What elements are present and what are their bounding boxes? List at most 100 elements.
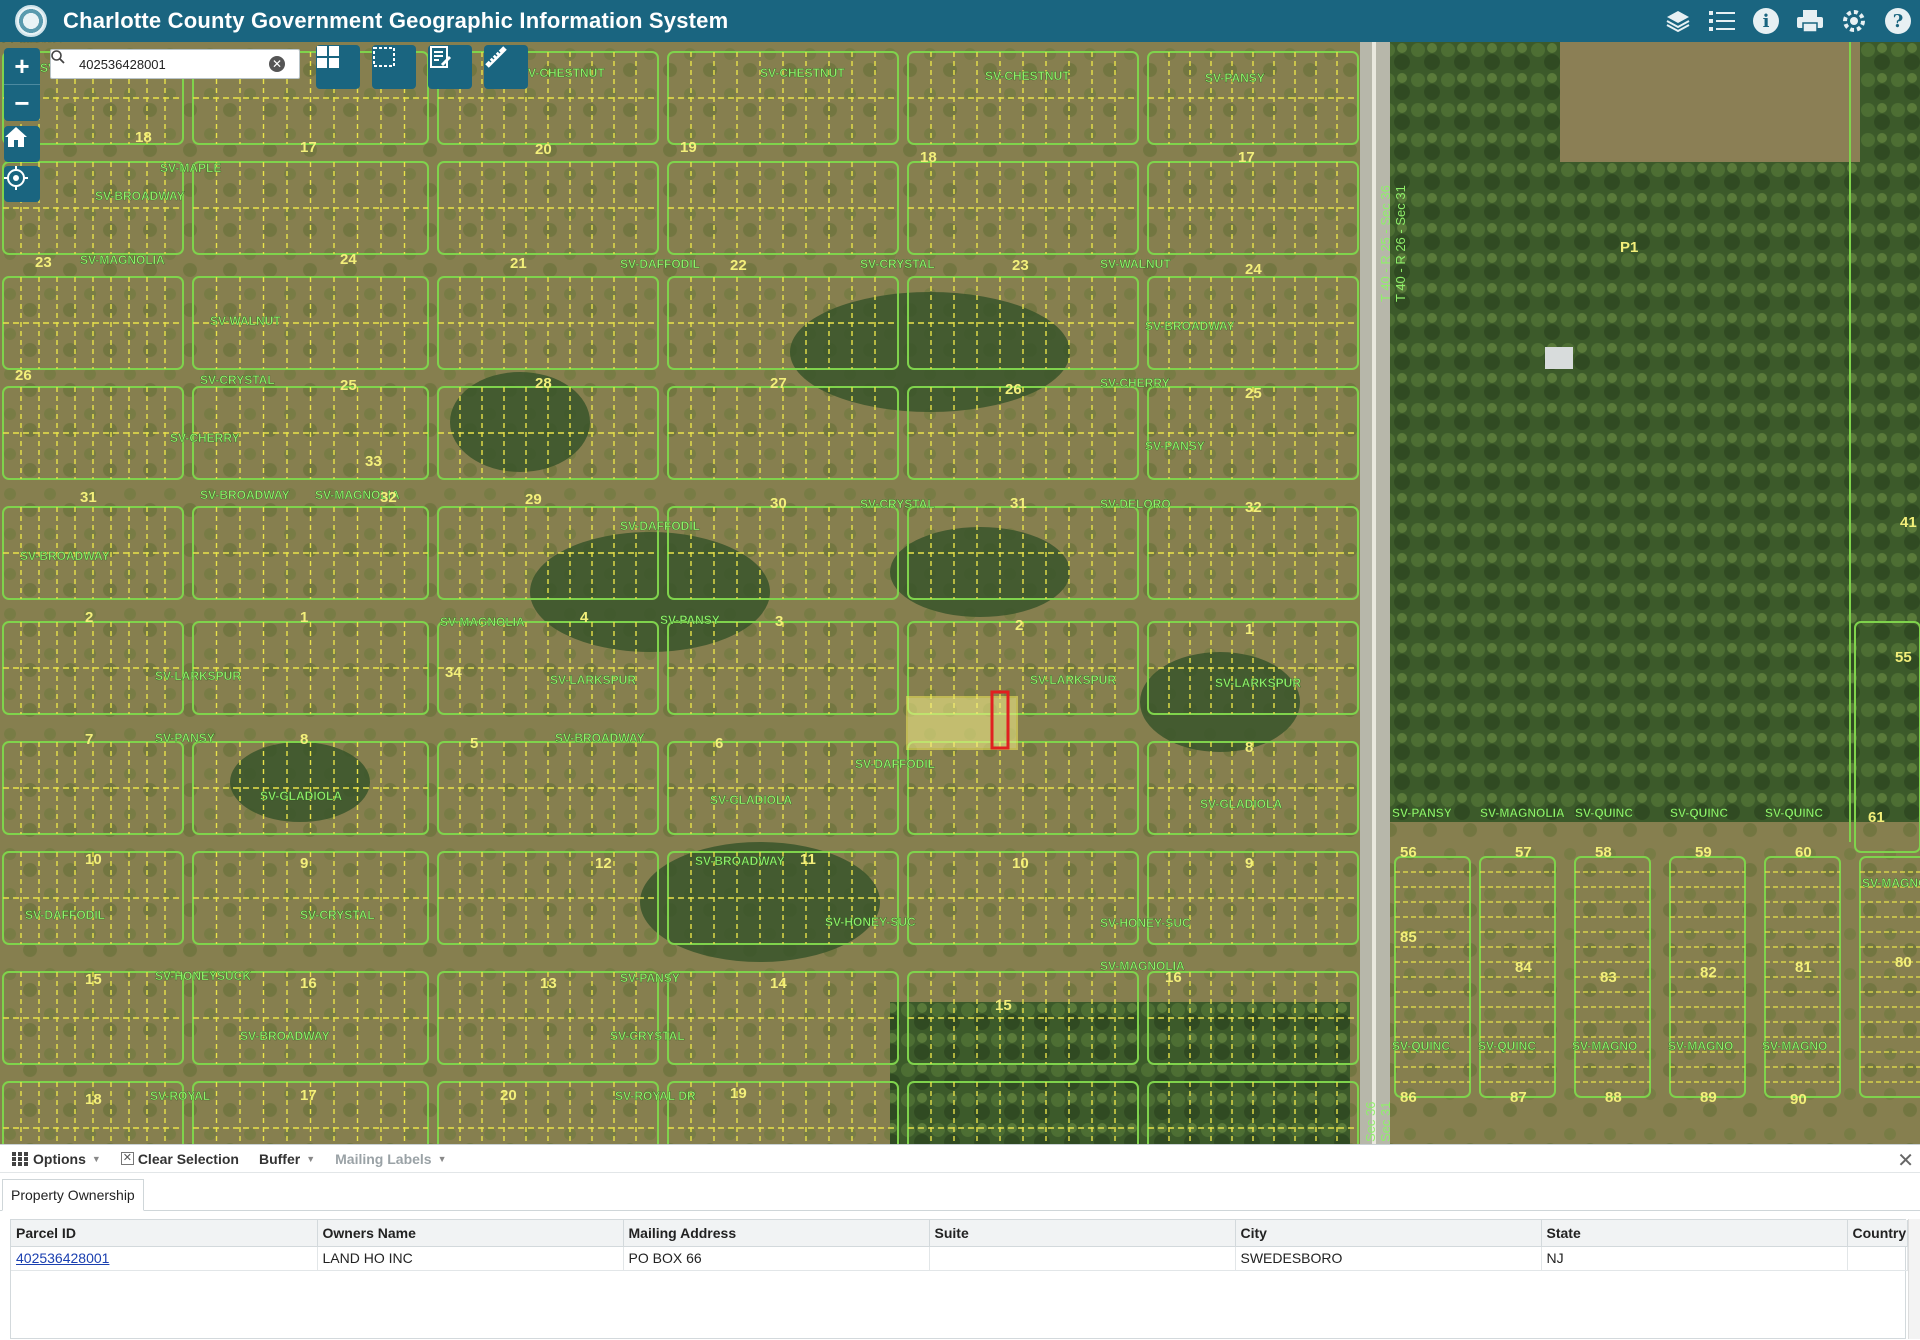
buffer-menu[interactable]: Buffer ▼	[259, 1151, 315, 1167]
clear-selection-button[interactable]: ✕ Clear Selection	[120, 1151, 239, 1167]
street-label: SV-LARKSPUR	[155, 669, 241, 683]
block-number-label: 19	[680, 139, 697, 156]
block-number-label: 2	[1015, 617, 1023, 634]
header-toolbar: i ?	[1656, 0, 1920, 42]
options-menu[interactable]: Options ▼	[12, 1151, 101, 1167]
street-label: SV-LARKSPUR	[1215, 676, 1301, 690]
street-label: SV-DAFFODIL	[620, 519, 700, 533]
county-seal-logo	[15, 5, 47, 37]
results-toolbar: Options ▼ ✕ Clear Selection Buffer ▼ Maili…	[0, 1145, 1920, 1173]
parcel-search-box: ✕	[50, 49, 300, 79]
block-number-label: 26	[1005, 381, 1022, 398]
legend-list-icon[interactable]	[1700, 0, 1744, 42]
street-label: SV-BROADWAY	[240, 1029, 330, 1043]
street-label: SV-MAPLE	[160, 161, 221, 175]
block-number-label: 2	[85, 609, 93, 626]
app-header: Charlotte County Government Geographic I…	[0, 0, 1920, 42]
ruler-icon	[485, 46, 507, 68]
block-number-label: 25	[1245, 385, 1262, 402]
tab-property-ownership[interactable]: Property Ownership	[2, 1179, 144, 1211]
block-number-label: 31	[80, 489, 97, 506]
block-number-label: 90	[1790, 1091, 1807, 1108]
street-label: SV-PANSY	[1205, 71, 1265, 85]
clear-search-icon[interactable]: ✕	[269, 56, 285, 72]
block-number-label: 57	[1515, 844, 1532, 861]
block-number-label: 22	[730, 257, 747, 274]
block-number-label: 5	[470, 735, 478, 752]
street-label: SV-PANSY	[155, 731, 215, 745]
home-extent-button[interactable]	[4, 126, 40, 162]
parcel-id-link[interactable]: 402536428001	[16, 1250, 109, 1266]
street-label: SV-HONEY-SUC	[1100, 916, 1191, 930]
street-label: SV-MAGNO	[1762, 1039, 1827, 1053]
help-icon[interactable]: ?	[1876, 0, 1920, 42]
address-cell: PO BOX 66	[623, 1246, 930, 1271]
block-number-label: 41	[1900, 514, 1917, 531]
column-header[interactable]: Owners Name	[317, 1220, 624, 1247]
block-number-label: 28	[535, 375, 552, 392]
layers-icon[interactable]	[1656, 0, 1700, 42]
street-label: SV-HONEY-SUC	[825, 915, 916, 929]
state-cell: NJ	[1541, 1246, 1848, 1271]
street-label: SV-GLADIOLA	[710, 793, 792, 807]
column-header[interactable]: Country	[1847, 1220, 1908, 1247]
street-label: SV-PANSY	[660, 613, 720, 627]
measure-button[interactable]	[484, 45, 528, 89]
column-header[interactable]: State	[1541, 1220, 1848, 1247]
tools-gear-icon[interactable]	[1832, 0, 1876, 42]
column-header[interactable]: Parcel ID	[11, 1220, 318, 1247]
basemap-gallery-button[interactable]	[316, 45, 360, 89]
table-scrollbar[interactable]	[1908, 1219, 1920, 1339]
map-view[interactable]: SV-CHESTNUTSV-CHESTNUTSV-CHESTNUTSV-CHES…	[0, 42, 1920, 1144]
results-panel: Options ▼ ✕ Clear Selection Buffer ▼ Maili…	[0, 1144, 1920, 1340]
block-number-label: 13	[540, 975, 557, 992]
street-label: SV-QUINC	[1575, 806, 1633, 820]
street-label: SV-BROADWAY	[95, 189, 185, 203]
block-number-label: 6	[715, 735, 723, 752]
block-number-label: 15	[995, 997, 1012, 1014]
country-cell	[1847, 1246, 1908, 1271]
block-number-label: 24	[340, 251, 357, 268]
close-panel-icon[interactable]: ✕	[1897, 1148, 1914, 1173]
column-header[interactable]: City	[1235, 1220, 1542, 1247]
grid-icon	[12, 1151, 29, 1166]
block-number-label: 19	[730, 1085, 747, 1102]
info-icon[interactable]: i	[1744, 0, 1788, 42]
print-icon[interactable]	[1788, 0, 1832, 42]
block-number-label: 56	[1400, 844, 1417, 861]
column-header[interactable]: Suite	[929, 1220, 1236, 1247]
caret-down-icon: ▼	[91, 1153, 101, 1164]
block-number-label: 20	[535, 141, 552, 158]
zoom-control: + −	[4, 48, 40, 121]
app-title: Charlotte County Government Geographic I…	[63, 8, 729, 33]
block-number-label: 33	[365, 453, 382, 470]
mailing-labels-menu[interactable]: Mailing Labels ▼	[335, 1151, 446, 1167]
edit-notes-button[interactable]	[428, 45, 472, 89]
street-label: SV-DELORO	[1100, 497, 1171, 511]
select-area-button[interactable]	[372, 45, 416, 89]
block-number-label: 86	[1400, 1089, 1417, 1106]
locate-button[interactable]	[4, 166, 40, 202]
block-number-label: 61	[1868, 809, 1885, 826]
street-label: SV-WALNUT	[210, 314, 281, 328]
street-label: SV-GLADIOLA	[1200, 797, 1282, 811]
parcel-id-cell: 402536428001	[11, 1246, 318, 1271]
street-label: SV-MAGNO	[1572, 1039, 1637, 1053]
table-row[interactable]: 402536428001 LAND HO INC PO BOX 66 SWEDE…	[11, 1246, 1908, 1271]
block-number-label: 24	[1245, 261, 1262, 278]
block-number-label: 9	[1245, 855, 1253, 872]
grid-tiles-icon	[317, 46, 339, 68]
search-input[interactable]	[79, 56, 259, 72]
street-label: SV-DAFFODIL	[620, 257, 700, 271]
aerial-parcel-map[interactable]: SV-CHESTNUTSV-CHESTNUTSV-CHESTNUTSV-CHES…	[0, 42, 1920, 1144]
street-label: SV-CHERRY	[1100, 376, 1170, 390]
block-number-label: 10	[85, 851, 102, 868]
street-label: SV-BROADWAY	[1145, 319, 1235, 333]
street-label: SV-BROADWAY	[695, 854, 785, 868]
table-header-row: Parcel ID Owners Name Mailing Address Su…	[11, 1220, 1908, 1247]
zoom-in-button[interactable]: +	[4, 48, 40, 84]
zoom-out-button[interactable]: −	[4, 85, 40, 121]
street-label: SV-QUINC	[1670, 806, 1728, 820]
column-header[interactable]: Mailing Address	[623, 1220, 930, 1247]
block-number-label: 34	[445, 664, 462, 681]
